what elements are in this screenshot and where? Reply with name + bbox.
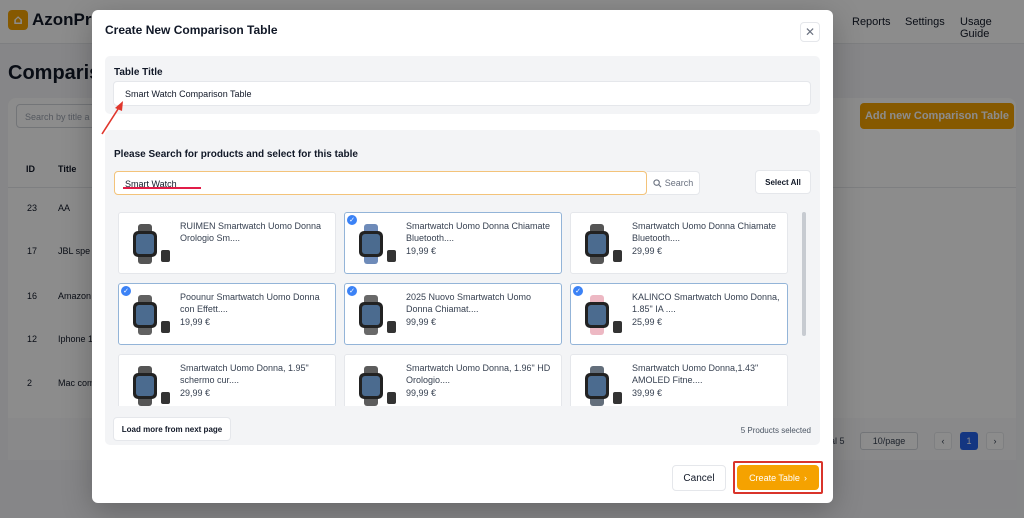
product-name: Smartwatch Uomo Donna,1.43" AMOLED Fitne… <box>632 363 759 385</box>
product-price: 99,99 € <box>406 388 437 398</box>
table-title-label: Table Title <box>114 67 163 78</box>
create-table-label: Create Table <box>749 472 800 483</box>
table-title-input[interactable]: Smart Watch Comparison Table <box>113 81 811 106</box>
product-card[interactable]: Smartwatch Uomo Donna,1.43" AMOLED Fitne… <box>570 354 788 406</box>
product-name: Smartwatch Uomo Donna, 1.95" schermo cur… <box>180 363 309 385</box>
selected-count: 5 Products selected <box>740 426 811 435</box>
product-card[interactable]: ✓ Poounur Smartwatch Uomo Donna con Effet… <box>118 283 336 345</box>
grid-scrollbar[interactable] <box>802 212 806 336</box>
products-label: Please Search for products and select fo… <box>114 149 358 160</box>
product-card[interactable]: RUIMEN Smartwatch Uomo Donna Orologio Sm… <box>118 212 336 274</box>
product-price: 29,99 € <box>180 388 211 398</box>
product-price: 99,99 € <box>406 317 437 327</box>
product-search-section: Please Search for products and select fo… <box>105 130 820 445</box>
smartwatch-icon <box>359 366 396 406</box>
smartwatch-icon <box>133 366 170 406</box>
product-card[interactable]: Smartwatch Uomo Donna, 1.95" schermo cur… <box>118 354 336 406</box>
product-price: 19,99 € <box>180 317 211 327</box>
modal-title: Create New Comparison Table <box>105 23 278 37</box>
product-name: KALINCO Smartwatch Uomo Donna, 1.85" IA … <box>632 292 780 314</box>
product-search-input[interactable]: Smart Watch <box>114 171 647 195</box>
cancel-button[interactable]: Cancel <box>672 465 726 491</box>
product-card[interactable]: Smartwatch Uomo Donna, 1.96" HD Orologio… <box>344 354 562 406</box>
product-card[interactable]: Smartwatch Uomo Donna Chiamate Bluetooth… <box>570 212 788 274</box>
smartwatch-icon <box>133 224 170 264</box>
annotation-arrow-icon <box>101 101 123 135</box>
create-comparison-modal: Create New Comparison Table ✕ Table Titl… <box>92 10 833 503</box>
product-card[interactable]: ✓ KALINCO Smartwatch Uomo Donna, 1.85" IA… <box>570 283 788 345</box>
smartwatch-icon <box>585 224 622 264</box>
smartwatch-icon <box>359 295 396 335</box>
close-icon[interactable]: ✕ <box>800 22 820 42</box>
select-all-button[interactable]: Select All <box>755 170 811 194</box>
smartwatch-icon <box>585 295 622 335</box>
product-grid: RUIMEN Smartwatch Uomo Donna Orologio Sm… <box>118 212 800 406</box>
annotation-underline <box>123 187 201 189</box>
smartwatch-icon <box>133 295 170 335</box>
search-button-label: Search <box>664 178 694 188</box>
load-more-button[interactable]: Load more from next page <box>113 417 231 441</box>
product-price: 29,99 € <box>632 246 663 256</box>
product-name: Poounur Smartwatch Uomo Donna con Effett… <box>180 292 320 314</box>
create-table-button[interactable]: Create Table › <box>737 465 819 490</box>
product-name: RUIMEN Smartwatch Uomo Donna Orologio Sm… <box>180 221 322 243</box>
product-price: 25,99 € <box>632 317 663 327</box>
product-name: Smartwatch Uomo Donna Chiamate Bluetooth… <box>632 221 777 243</box>
product-name: 2025 Nuovo Smartwatch Uomo Donna Chiamat… <box>406 292 532 314</box>
product-card[interactable]: ✓ 2025 Nuovo Smartwatch Uomo Donna Chiama… <box>344 283 562 345</box>
search-button[interactable]: Search <box>647 171 700 195</box>
product-card[interactable]: ✓ Smartwatch Uomo Donna Chiamate Bluetoot… <box>344 212 562 274</box>
table-title-section: Table Title Smart Watch Comparison Table <box>105 56 820 114</box>
smartwatch-icon <box>359 224 396 264</box>
product-name: Smartwatch Uomo Donna Chiamate Bluetooth… <box>406 221 551 243</box>
product-price: 39,99 € <box>632 388 663 398</box>
product-name: Smartwatch Uomo Donna, 1.96" HD Orologio… <box>406 363 551 385</box>
smartwatch-icon <box>585 366 622 406</box>
search-icon <box>653 178 662 187</box>
product-price: 19,99 € <box>406 246 437 256</box>
chevron-right-icon: › <box>803 472 807 483</box>
